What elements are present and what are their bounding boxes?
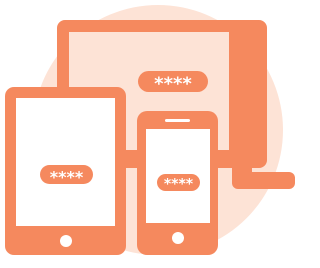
phone-password-field: **** xyxy=(157,174,200,193)
tablet-password-mask: **** xyxy=(50,168,84,187)
multi-device-password-illustration: **** **** **** xyxy=(0,0,295,268)
phone-password-mask: **** xyxy=(164,177,194,193)
tablet-home-button xyxy=(60,235,72,247)
tablet: **** xyxy=(5,87,126,255)
phone-speaker xyxy=(165,119,190,122)
tablet-screen xyxy=(16,98,115,226)
smartphone: **** xyxy=(137,111,218,255)
monitor-password-field: **** xyxy=(138,71,208,95)
monitor-password-mask: **** xyxy=(154,74,192,95)
tablet-password-field: **** xyxy=(40,165,93,187)
devices-illustration: **** **** **** xyxy=(5,5,295,255)
phone-home-button xyxy=(172,232,184,244)
monitor-base xyxy=(232,172,295,189)
